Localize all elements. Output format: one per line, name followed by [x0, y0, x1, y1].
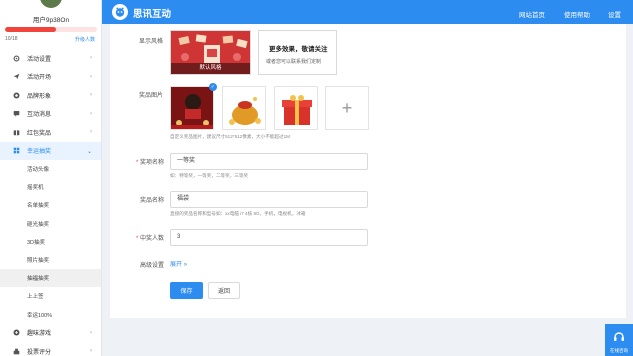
- chevron-right-icon: ›: [90, 55, 92, 61]
- nav-settings-link[interactable]: 设置: [608, 9, 621, 19]
- chevron-right-icon: ›: [90, 73, 92, 80]
- nav-help-link[interactable]: 使用帮助: [564, 9, 590, 19]
- gift-icon: [13, 129, 20, 136]
- sidebar-subitem-selected[interactable]: 抽福抽奖: [0, 269, 101, 288]
- winners-label: 中奖人数: [139, 236, 164, 242]
- sidebar-menu: 活动设置 › 活动开场 › 品牌形象 › 互动消息 › 红包奖品 › 幸运抽奖 …: [0, 49, 101, 356]
- sidebar-subitem[interactable]: 上上签: [0, 287, 101, 305]
- sidebar-subitem[interactable]: 砸光抽奖: [0, 215, 101, 233]
- back-button[interactable]: 返回: [208, 282, 240, 299]
- sidebar-item-label: 活动开场: [27, 75, 52, 82]
- sidebar-item-activity-opening[interactable]: 活动开场 ›: [0, 68, 101, 87]
- sidebar-item-label: 红包奖品: [27, 130, 52, 137]
- sidebar-item-label: 趣味游戏: [27, 331, 52, 338]
- advanced-expand-link[interactable]: 展开 »: [170, 259, 187, 268]
- online-consult-label: 在线咨询: [610, 348, 628, 353]
- nav-home-link[interactable]: 网站首页: [519, 9, 545, 19]
- prize-level-input[interactable]: 一等奖: [170, 153, 368, 170]
- logo-text: 思讯互动: [133, 9, 172, 20]
- sidebar: 用户9p38On 10/18 升级人数 活动设置 › 活动开场 › 品牌形象 ›…: [0, 0, 102, 356]
- prize-image-option-1[interactable]: [170, 86, 214, 130]
- upgrade-link[interactable]: 升级人数: [75, 36, 95, 43]
- chevron-down-icon: ⌄: [86, 148, 92, 155]
- winners-count-input[interactable]: 3: [170, 229, 368, 246]
- prize-image-3: [275, 87, 317, 129]
- gear-icon: [13, 55, 20, 62]
- quota-count: 10/18: [5, 36, 18, 42]
- prize-level-label-wrap: * 奖项名称: [104, 157, 164, 166]
- chevron-right-icon: ›: [90, 110, 92, 117]
- vote-icon: [13, 348, 20, 355]
- headset-icon: [614, 332, 624, 341]
- sidebar-subitem[interactable]: 幸运100%: [0, 306, 101, 324]
- prize-name-label: 奖品名称: [139, 198, 164, 204]
- expand-link-label: 展开: [170, 262, 183, 268]
- lottery-grid-icon: [13, 147, 20, 154]
- top-header: 思讯互动 网站首页 使用帮助 设置: [102, 0, 633, 24]
- style-label: 显示风格: [138, 39, 163, 45]
- sidebar-item-brand-image[interactable]: 品牌形象 ›: [0, 86, 101, 105]
- chevron-right-icon: ›: [90, 129, 92, 135]
- add-prize-image-button[interactable]: +: [325, 86, 369, 130]
- double-chevron-right-icon: »: [183, 262, 188, 268]
- save-button[interactable]: 保存: [170, 282, 203, 299]
- chevron-right-icon: ›: [90, 92, 92, 98]
- prize-image-option-3[interactable]: [274, 86, 318, 130]
- sidebar-subitem[interactable]: 名单抽奖: [0, 196, 101, 214]
- chevron-right-icon: ›: [90, 348, 92, 355]
- username: 用户9p38On: [32, 17, 70, 24]
- prize-image-label: 奖品图片: [138, 93, 163, 99]
- prize-image-option-2[interactable]: [222, 86, 266, 130]
- more-styles-subtitle: 或者您可以联系我们定制: [266, 59, 322, 65]
- sidebar-subitem[interactable]: 摇奖机: [0, 178, 101, 196]
- quota-progress-bar: [5, 27, 97, 32]
- sidebar-subitem[interactable]: 3D抽奖: [0, 233, 101, 251]
- chat-icon: [13, 110, 20, 117]
- sidebar-item-label: 活动设置: [27, 56, 52, 63]
- more-styles-title: 更多效果，敬请关注: [269, 46, 328, 53]
- prize-level-hint: 如：特等奖，一等奖，二等奖，三等奖: [170, 173, 249, 178]
- style-option-default[interactable]: 默认风格: [170, 30, 251, 75]
- sidebar-item-interactive-messages[interactable]: 互动消息 ›: [0, 105, 101, 124]
- online-consult-button[interactable]: 在线咨询: [605, 324, 633, 356]
- quota-progress-fill: [5, 27, 57, 32]
- avatar[interactable]: [40, 0, 62, 8]
- badge-icon: [13, 92, 20, 99]
- logo-icon: [112, 4, 128, 20]
- sidebar-item-label: 品牌形象: [27, 93, 52, 100]
- prize-image-2: [223, 87, 265, 129]
- prize-image-1: [171, 87, 213, 129]
- selected-check-icon: ✓: [209, 83, 217, 91]
- sidebar-item-fun-games[interactable]: 趣味游戏 ›: [0, 324, 101, 343]
- prize-name-input[interactable]: 福袋: [170, 191, 368, 208]
- plus-icon: +: [341, 97, 353, 118]
- winners-label-wrap: * 中奖人数: [104, 233, 164, 242]
- sidebar-subitem[interactable]: 照片抽奖: [0, 251, 101, 269]
- prize-level-label: 奖项名称: [139, 160, 164, 166]
- advanced-label: 高级设置: [139, 263, 164, 269]
- sidebar-item-lucky-draw[interactable]: 幸运抽奖 ⌄: [0, 141, 101, 160]
- more-styles-card: 更多效果，敬请关注 或者您可以联系我们定制: [258, 30, 337, 75]
- game-icon: [13, 329, 20, 336]
- prize-image-hint: 自定义奖品图片，建议尺寸512*512像素，大小不能超过1M: [170, 134, 290, 139]
- sidebar-item-activity-settings[interactable]: 活动设置 ›: [0, 49, 101, 68]
- sidebar-item-label: 投票评分: [27, 349, 52, 356]
- sidebar-subitem[interactable]: 活动头像: [0, 160, 101, 178]
- sidebar-item-red-packet-prizes[interactable]: 红包奖品 ›: [0, 123, 101, 142]
- sidebar-item-voting[interactable]: 投票评分 ›: [0, 342, 101, 356]
- style-card-label: 默认风格: [171, 63, 250, 74]
- chevron-right-icon: ›: [90, 329, 92, 336]
- sidebar-item-label: 幸运抽奖: [27, 149, 52, 156]
- paper-plane-icon: [13, 73, 20, 80]
- sidebar-item-label: 互动消息: [27, 112, 52, 119]
- prize-name-hint: 直接的奖品名称和型号如：xx电脑 i7 4核 8G，手机，电视机，冰箱: [170, 211, 306, 216]
